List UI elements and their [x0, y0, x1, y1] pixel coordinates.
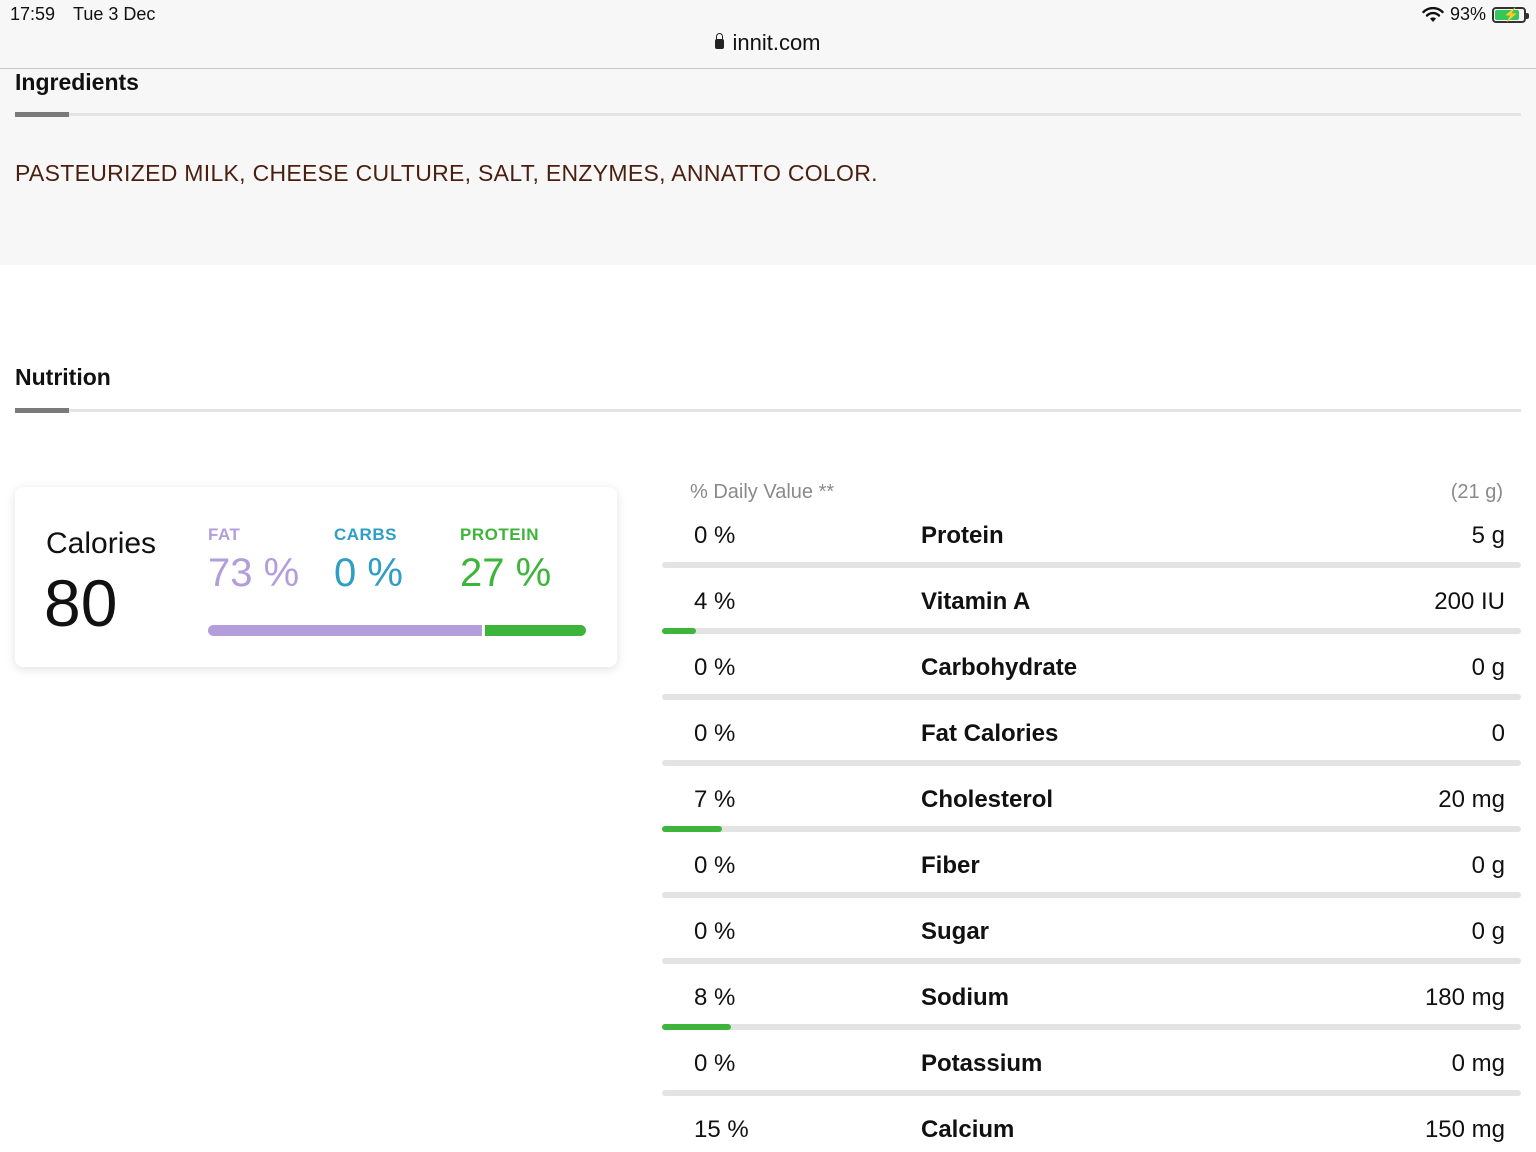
daily-value-bar-fill	[662, 826, 722, 832]
charging-bolt-icon: ⚡	[1503, 6, 1520, 22]
nutrient-row-fat-calories: 0 % Fat Calories 0	[662, 702, 1521, 768]
nutrient-name: Vitamin A	[921, 588, 1031, 615]
status-indicators: 93% ⚡	[1422, 4, 1529, 25]
daily-value-bar	[662, 892, 1521, 898]
macro-bar-segment-fat	[208, 625, 482, 636]
nutrient-row-potassium: 0 % Potassium 0 mg	[662, 1032, 1521, 1098]
macro-carbs-label: CARBS	[334, 525, 397, 544]
nutrient-amount: 0 g	[1471, 852, 1505, 879]
macro-fat-value: 73 %	[208, 551, 300, 595]
nutrient-name: Calcium	[921, 1116, 1015, 1143]
nutrient-daily-percent: 0 %	[694, 522, 736, 549]
nutrient-daily-percent: 0 %	[694, 852, 736, 879]
daily-value-bar	[662, 760, 1521, 766]
nutrient-amount: 20 mg	[1438, 786, 1505, 813]
macro-breakdown-bar	[208, 625, 586, 636]
nutrient-name: Cholesterol	[921, 786, 1054, 813]
macro-bar-segment-protein	[484, 625, 586, 636]
serving-size: (21 g)	[1450, 481, 1503, 503]
nutrient-amount: 200 IU	[1434, 588, 1505, 615]
nutrient-daily-percent: 0 %	[694, 918, 736, 945]
address-bar[interactable]: innit.com	[0, 30, 1536, 56]
nutrient-amount: 5 g	[1471, 522, 1505, 549]
nutrient-amount: 150 mg	[1424, 1116, 1505, 1143]
nutrient-row-sodium: 8 % Sodium 180 mg	[662, 966, 1521, 1032]
nutrient-row-vitamin-a: 4 % Vitamin A 200 IU	[662, 570, 1521, 636]
nutrient-name: Protein	[921, 522, 1004, 549]
daily-value-bar-fill	[662, 628, 696, 634]
nutrient-name: Carbohydrate	[921, 654, 1078, 681]
nutrition-table: 0 % Protein 5 g 4 % Vitamin A 200 IU 0 % Carboh…	[662, 504, 1521, 1152]
daily-value-bar-fill	[662, 1024, 731, 1030]
status-time: 17:59	[10, 4, 56, 24]
battery-icon: ⚡	[1492, 6, 1529, 23]
daily-value-label: % Daily Value **	[690, 481, 835, 503]
nutrient-daily-percent: 8 %	[694, 984, 736, 1011]
nutrient-daily-percent: 0 %	[694, 1050, 736, 1077]
nutrient-amount: 0	[1491, 720, 1505, 747]
daily-value-bar	[662, 1024, 1521, 1030]
daily-value-bar	[662, 562, 1521, 568]
nutrient-daily-percent: 0 %	[694, 654, 736, 681]
nutrient-row-cholesterol: 7 % Cholesterol 20 mg	[662, 768, 1521, 834]
page: 17:59 Tue 3 Dec 93% ⚡ innit.com Ingredie…	[0, 0, 1536, 1152]
nutrient-amount: 180 mg	[1424, 984, 1505, 1011]
nutrient-daily-percent: 4 %	[694, 588, 736, 615]
nutrient-row-fiber: 0 % Fiber 0 g	[662, 834, 1521, 900]
nutrient-daily-percent: 15 %	[694, 1116, 749, 1143]
macro-carbs-value: 0 %	[334, 551, 403, 595]
daily-value-bar	[662, 958, 1521, 964]
nutrient-row-calcium: 15 % Calcium 150 mg	[662, 1098, 1521, 1152]
wifi-icon	[1422, 6, 1444, 23]
nutrient-row-protein: 0 % Protein 5 g	[662, 504, 1521, 570]
ingredients-list: PASTEURIZED MILK, CHEESE CULTURE, SALT, …	[15, 160, 878, 186]
nutrient-name: Sugar	[921, 918, 990, 945]
macro-fat: FAT 73 %	[208, 525, 299, 596]
daily-value-bar	[662, 1090, 1521, 1096]
lock-icon	[715, 33, 725, 49]
nutrient-amount: 0 g	[1471, 918, 1505, 945]
nutrient-row-sugar: 0 % Sugar 0 g	[662, 900, 1521, 966]
browser-status-bar: 17:59 Tue 3 Dec 93% ⚡ innit.com	[0, 0, 1536, 69]
macro-fat-label: FAT	[208, 525, 241, 544]
macro-carbs: CARBS 0 %	[334, 525, 403, 596]
daily-value-bar	[662, 694, 1521, 700]
daily-value-header: % Daily Value ** (21 g)	[690, 481, 1503, 504]
nutrient-name: Fat Calories	[921, 720, 1059, 747]
nutrient-name: Sodium	[921, 984, 1009, 1011]
ingredients-title: Ingredients	[15, 69, 139, 95]
nutrition-divider-accent	[15, 408, 69, 413]
nutrient-daily-percent: 7 %	[694, 786, 736, 813]
ingredients-divider	[15, 112, 1521, 117]
nutrition-title: Nutrition	[15, 364, 111, 390]
calories-label: Calories	[46, 527, 157, 560]
nutrient-row-carbohydrate: 0 % Carbohydrate 0 g	[662, 636, 1521, 702]
nutrient-amount: 0 g	[1471, 654, 1505, 681]
battery-percent: 93%	[1449, 4, 1486, 24]
status-date: Tue 3 Dec	[73, 4, 156, 24]
calories-value: 80	[44, 566, 118, 640]
macro-protein-label: PROTEIN	[460, 525, 540, 544]
ingredients-divider-accent	[15, 112, 69, 117]
daily-value-bar	[662, 628, 1521, 634]
calories-card: Calories 80 FAT 73 % CARBS 0 % PROTEIN 2…	[15, 487, 617, 667]
nutrient-name: Potassium	[921, 1050, 1043, 1077]
nutrition-divider	[15, 408, 1521, 413]
nutrient-amount: 0 mg	[1451, 1050, 1505, 1077]
nutrient-name: Fiber	[921, 852, 980, 879]
nutrient-daily-percent: 0 %	[694, 720, 736, 747]
url-domain[interactable]: innit.com	[732, 30, 820, 55]
daily-value-bar	[662, 826, 1521, 832]
macro-protein-value: 27 %	[460, 551, 552, 595]
ingredients-section: Ingredients PASTEURIZED MILK, CHEESE CUL…	[0, 69, 1536, 265]
macro-protein: PROTEIN 27 %	[460, 525, 551, 596]
